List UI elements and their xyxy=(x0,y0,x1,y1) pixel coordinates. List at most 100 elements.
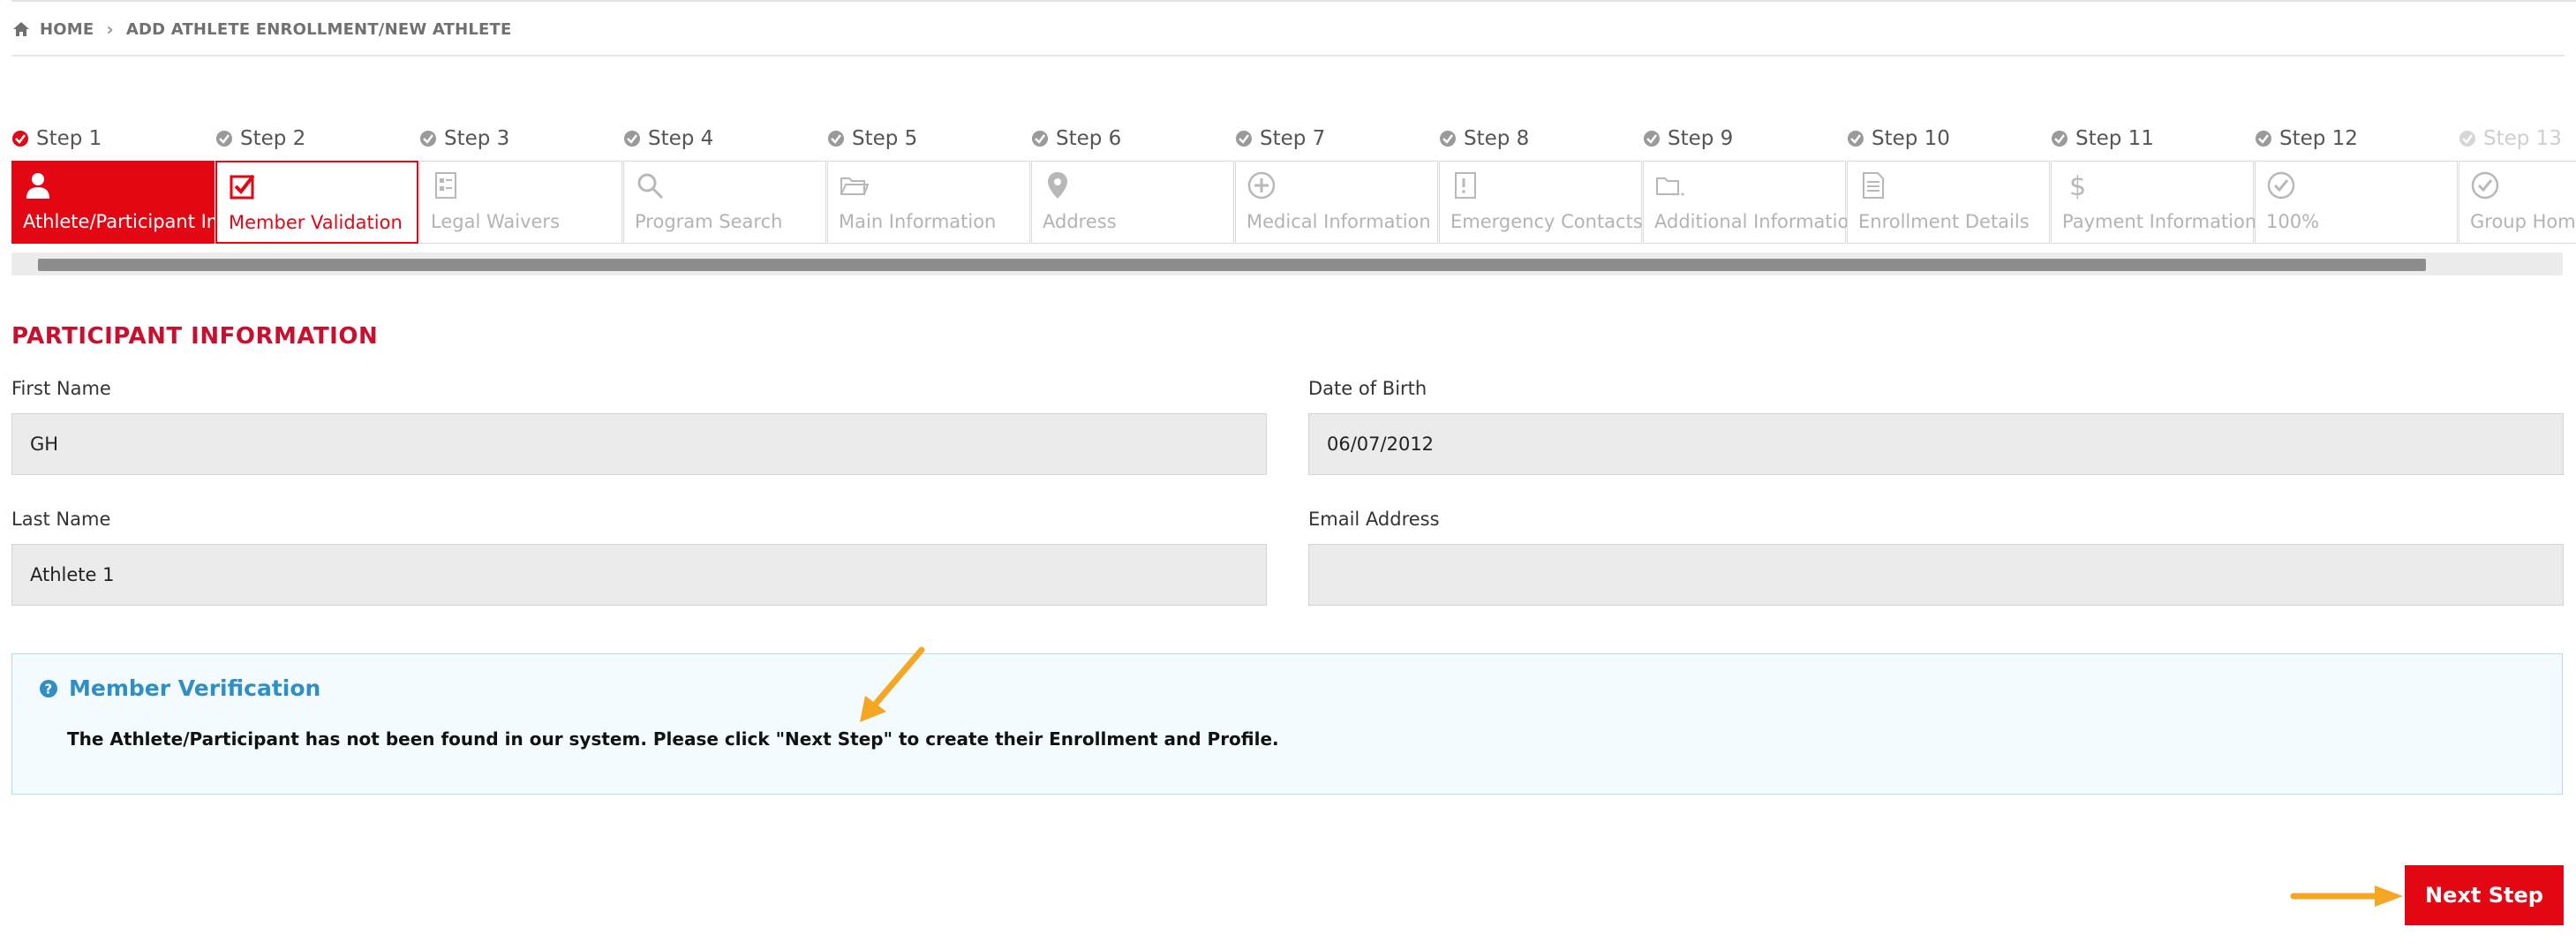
breadcrumb-current: ADD ATHLETE ENROLLMENT/NEW ATHLETE xyxy=(125,19,512,39)
check-circle-icon xyxy=(2256,131,2271,147)
step-9[interactable]: Step 9 Additional Information xyxy=(1643,124,1861,247)
map-pin-icon xyxy=(1048,172,1067,199)
check-circle-icon xyxy=(1848,131,1864,147)
step-1-box[interactable]: Athlete/Participant Info xyxy=(11,161,236,244)
check-circle-icon xyxy=(828,131,844,147)
member-verification-alert: ? Member Verification The Athlete/Partic… xyxy=(11,653,2563,795)
folder-icon xyxy=(840,177,869,195)
step-5[interactable]: Step 5 Main Information xyxy=(827,124,1032,247)
step-5-header: Step 5 xyxy=(827,125,917,152)
first-name-field[interactable]: GH xyxy=(11,413,1267,475)
check-circle-icon xyxy=(2267,171,2295,200)
plus-circle-icon xyxy=(1247,171,1276,200)
step-number: Step 11 xyxy=(2075,127,2154,150)
check-circle-icon xyxy=(1032,131,1048,147)
step-4[interactable]: Step 4 Program Search xyxy=(623,124,828,247)
step-5-box[interactable]: Main Information xyxy=(827,161,1030,244)
step-9-header: Step 9 xyxy=(1643,125,1733,152)
question-circle-icon: ? xyxy=(40,679,57,697)
steps-scrollbar[interactable] xyxy=(11,253,2563,275)
person-icon xyxy=(26,173,49,199)
step-9-box[interactable]: Additional Information xyxy=(1643,161,1861,244)
step-8[interactable]: Step 8 Emergency Contacts xyxy=(1439,124,1644,247)
step-8-header: Step 8 xyxy=(1439,125,1529,152)
checkbox-icon xyxy=(230,174,255,200)
scrollbar-thumb[interactable] xyxy=(38,259,2426,271)
check-circle-icon xyxy=(2459,131,2475,147)
step-label: Athlete/Participant Info xyxy=(23,211,237,232)
svg-text:?: ? xyxy=(45,681,53,697)
step-4-header: Step 4 xyxy=(623,125,713,152)
step-3-box[interactable]: Legal Waivers xyxy=(419,161,622,244)
email-address-label: Email Address xyxy=(1308,509,1440,530)
step-12-box[interactable]: 100% xyxy=(2255,161,2458,244)
check-circle-icon xyxy=(624,131,640,147)
step-10[interactable]: Step 10 Enrollment Details xyxy=(1847,124,2052,247)
step-1[interactable]: Step 1 Athlete/Participant Info xyxy=(11,124,236,247)
alert-message: The Athlete/Participant has not been fou… xyxy=(67,728,1279,750)
breadcrumb: HOME › ADD ATHLETE ENROLLMENT/NEW ATHLET… xyxy=(11,18,511,41)
document-icon xyxy=(1863,172,1884,199)
step-4-box[interactable]: Program Search xyxy=(623,161,826,244)
step-13-box[interactable]: Group Home xyxy=(2459,161,2576,244)
step-number: Step 9 xyxy=(1668,127,1734,150)
step-7-box[interactable]: Medical Information xyxy=(1235,161,1438,244)
step-11-box[interactable]: $ Payment Information xyxy=(2051,161,2256,244)
step-6-box[interactable]: Address xyxy=(1031,161,1234,244)
alert-title: Member Verification xyxy=(69,675,321,701)
top-divider xyxy=(11,0,2576,2)
step-6[interactable]: Step 6 Address xyxy=(1031,124,1236,247)
annotation-arrow-icon xyxy=(2290,886,2403,907)
next-step-button[interactable]: Next Step xyxy=(2405,865,2564,925)
step-2-header: Step 2 xyxy=(215,125,305,152)
step-wizard: Step 1 Athlete/Participant Info Step 2 M… xyxy=(11,124,2576,247)
step-11[interactable]: Step 11 $ Payment Information xyxy=(2051,124,2256,247)
breadcrumb-separator-icon: › xyxy=(106,19,114,40)
check-circle-icon xyxy=(2471,171,2499,200)
step-label: Address xyxy=(1043,211,1117,232)
step-7-header: Step 7 xyxy=(1235,125,1325,152)
first-name-label: First Name xyxy=(11,378,111,399)
step-3-header: Step 3 xyxy=(419,125,509,152)
step-number: Step 13 xyxy=(2483,127,2562,150)
search-icon xyxy=(637,173,664,200)
check-circle-icon xyxy=(420,131,436,147)
check-circle-icon xyxy=(1644,131,1660,147)
email-address-field[interactable] xyxy=(1308,544,2564,606)
step-1-header: Step 1 xyxy=(11,125,102,152)
step-13-header: Step 13 xyxy=(2459,125,2562,152)
step-2-box[interactable]: Member Validation xyxy=(215,161,418,244)
step-12-header: Step 12 xyxy=(2255,125,2358,152)
step-label: Enrollment Details xyxy=(1858,211,2030,232)
last-name-field[interactable]: Athlete 1 xyxy=(11,544,1267,606)
step-label: Member Validation xyxy=(229,212,403,233)
step-13[interactable]: Step 13 Group Home xyxy=(2459,124,2576,247)
date-of-birth-label: Date of Birth xyxy=(1308,378,1427,399)
step-10-box[interactable]: Enrollment Details xyxy=(1847,161,2050,244)
step-2[interactable]: Step 2 Member Validation xyxy=(215,124,420,247)
breadcrumb-home-link[interactable]: HOME xyxy=(40,20,94,39)
step-number: Step 10 xyxy=(1872,127,1950,150)
step-number: Step 2 xyxy=(240,127,306,150)
check-circle-icon xyxy=(1440,131,1456,147)
step-number: Step 4 xyxy=(648,127,714,150)
check-circle-icon xyxy=(12,131,28,147)
form-icon xyxy=(435,172,456,199)
home-icon[interactable] xyxy=(11,19,31,39)
step-number: Step 3 xyxy=(444,127,510,150)
step-8-box[interactable]: Emergency Contacts xyxy=(1439,161,1643,244)
step-3[interactable]: Step 3 Legal Waivers xyxy=(419,124,624,247)
step-label: 100% xyxy=(2266,211,2320,232)
folder-dots-icon xyxy=(1656,177,1684,196)
step-label: Emergency Contacts xyxy=(1450,211,1643,232)
alert-doc-icon xyxy=(1455,172,1476,199)
step-12[interactable]: Step 12 100% xyxy=(2255,124,2459,247)
check-circle-icon xyxy=(216,131,232,147)
date-of-birth-field[interactable]: 06/07/2012 xyxy=(1308,413,2564,475)
alert-header: ? Member Verification xyxy=(39,675,320,701)
step-number: Step 12 xyxy=(2279,127,2358,150)
section-title: PARTICIPANT INFORMATION xyxy=(11,323,379,350)
annotation-arrow-icon xyxy=(860,646,925,722)
step-label: Program Search xyxy=(635,211,783,232)
step-7[interactable]: Step 7 Medical Information xyxy=(1235,124,1440,247)
